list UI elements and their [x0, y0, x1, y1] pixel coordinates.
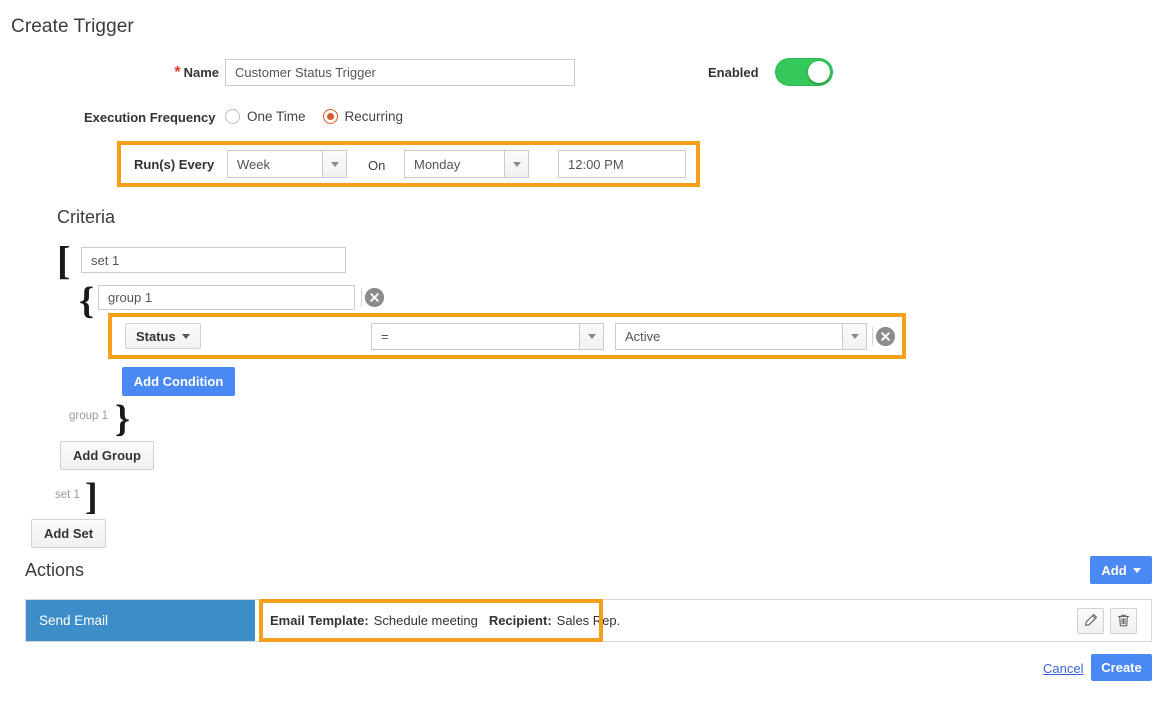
toggle-knob — [808, 61, 830, 83]
edit-action-button[interactable] — [1077, 607, 1104, 634]
radio-one-time-label: One Time — [247, 109, 306, 124]
required-asterisk: * — [174, 64, 181, 81]
execution-frequency-radios: One Time Recurring — [225, 109, 413, 124]
enabled-toggle[interactable] — [775, 58, 833, 86]
set-close-bracket: ] — [85, 476, 98, 518]
group-open-brace: { — [79, 280, 94, 322]
action-detail: Email Template: Schedule meeting Recipie… — [255, 600, 1077, 641]
condition-value-arrow[interactable] — [842, 324, 866, 349]
radio-recurring[interactable] — [322, 109, 338, 124]
condition-divider — [872, 327, 873, 345]
interval-dropdown-value: Week — [237, 156, 270, 172]
page-title: Create Trigger — [11, 16, 134, 37]
condition-operator-arrow[interactable] — [579, 324, 603, 349]
create-button[interactable]: Create — [1091, 654, 1152, 681]
on-label: On — [368, 158, 386, 173]
condition-operator-dropdown[interactable]: = — [371, 323, 604, 350]
radio-one-time[interactable] — [225, 109, 240, 124]
remove-group-icon[interactable] — [365, 288, 384, 307]
interval-dropdown-arrow[interactable] — [322, 151, 346, 177]
interval-dropdown[interactable]: Week — [227, 150, 347, 178]
day-dropdown-value: Monday — [414, 156, 461, 172]
actions-heading: Actions — [25, 560, 85, 580]
group-divider — [361, 288, 362, 306]
action-detail-label-2: Recipient: — [488, 613, 552, 628]
group-close-brace: } — [115, 398, 130, 440]
cancel-link[interactable]: Cancel — [1043, 661, 1083, 676]
day-dropdown-arrow[interactable] — [504, 151, 528, 177]
time-input[interactable] — [558, 150, 686, 178]
set-open-bracket: [ — [57, 238, 71, 283]
condition-value-dropdown[interactable]: Active — [615, 323, 867, 350]
action-tools — [1077, 600, 1151, 641]
add-set-button[interactable]: Add Set — [31, 519, 106, 548]
group-name-input[interactable] — [98, 285, 355, 310]
delete-action-button[interactable] — [1110, 607, 1137, 634]
condition-value-value: Active — [625, 329, 661, 344]
day-dropdown[interactable]: Monday — [404, 150, 529, 178]
enabled-label: Enabled — [708, 65, 759, 80]
condition-field-button[interactable]: Status — [125, 323, 201, 349]
action-type: Send Email — [26, 600, 255, 641]
add-action-label: Add — [1101, 562, 1127, 578]
create-trigger-page: Create Trigger *Name Enabled Execution F… — [0, 0, 1173, 701]
action-row[interactable]: Send Email Email Template: Schedule meet… — [25, 599, 1152, 642]
name-label: * Name — [174, 64, 219, 81]
action-detail-value-2: Sales Rep. — [556, 613, 621, 628]
trash-icon — [1117, 614, 1130, 627]
name-input[interactable] — [225, 59, 575, 86]
execution-frequency-label: Execution Frequency — [84, 110, 216, 125]
action-detail-label-1: Email Template: — [270, 613, 369, 628]
group-close-label: group 1 — [69, 410, 109, 422]
chevron-down-icon — [1132, 567, 1141, 573]
set-name-input[interactable] — [81, 247, 346, 273]
set-close-label: set 1 — [55, 489, 80, 501]
condition-field-label: Status — [136, 328, 176, 344]
condition-operator-value: = — [381, 329, 389, 344]
chevron-down-icon — [181, 333, 190, 339]
radio-recurring-label: Recurring — [344, 109, 404, 124]
action-detail-value-1: Schedule meeting — [373, 613, 478, 628]
remove-condition-icon[interactable] — [876, 327, 895, 346]
runs-every-label: Run(s) Every — [134, 157, 215, 172]
add-group-button[interactable]: Add Group — [60, 441, 154, 470]
add-condition-button[interactable]: Add Condition — [122, 367, 235, 396]
criteria-heading: Criteria — [57, 207, 116, 227]
pencil-icon — [1085, 613, 1098, 626]
add-action-button[interactable]: Add — [1090, 556, 1152, 584]
